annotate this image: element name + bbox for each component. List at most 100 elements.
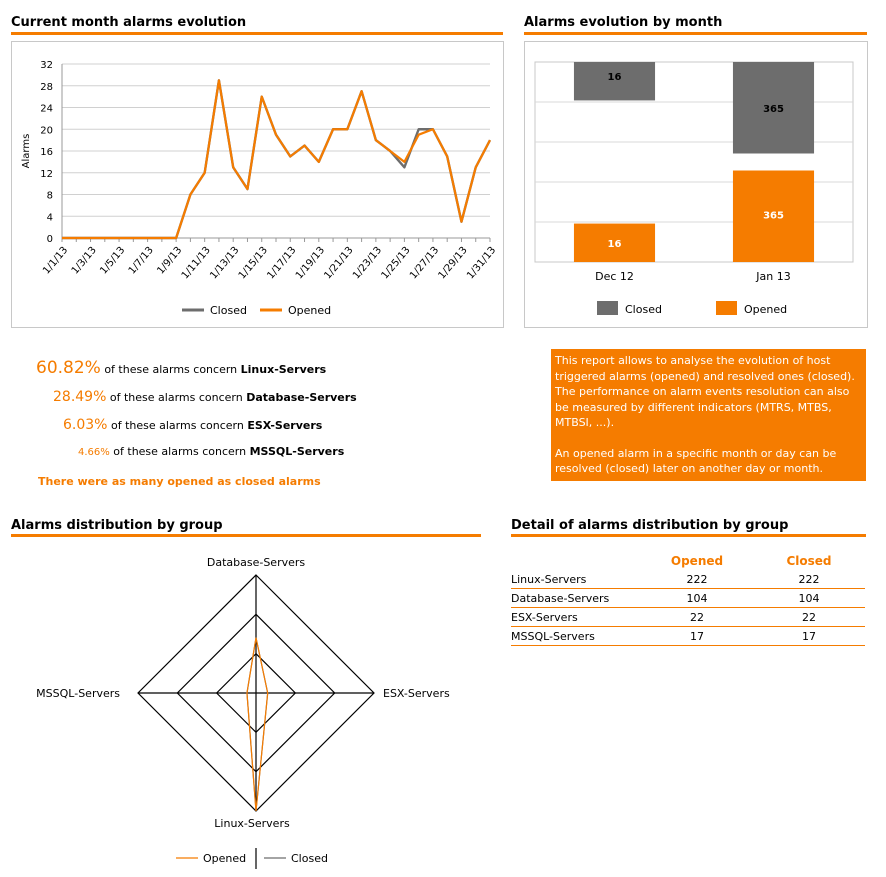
summary-text: There were as many opened as closed alar… xyxy=(38,475,321,488)
table-row: MSSQL-Servers 17 17 xyxy=(511,626,865,646)
radar-axis-label: MSSQL-Servers xyxy=(36,687,120,700)
x-tick-label: 1/23/13 xyxy=(351,245,384,282)
legend-label-closed: Closed xyxy=(625,303,662,316)
line-chart-panel: 0 4 8 12 16 20 24 28 32 1/1/13 1/3/13 1/5/13 1/7/13 1… xyxy=(11,41,504,328)
x-tick-label: 1/9/13 xyxy=(155,245,184,277)
x-tick-label: 1/3/13 xyxy=(70,245,99,277)
table-cell-opened: 17 xyxy=(641,626,753,646)
x-tick-label: 1/27/13 xyxy=(408,245,441,282)
x-tick-label: 1/29/13 xyxy=(437,245,470,282)
x-tick-label: 1/25/13 xyxy=(379,245,412,282)
y-tick-label: 24 xyxy=(40,104,53,115)
x-tick-label: 1/31/13 xyxy=(465,245,498,282)
x-tick-label: Dec 12 xyxy=(595,270,634,283)
section-rule xyxy=(11,534,481,537)
x-tick-label: 1/21/13 xyxy=(322,245,355,282)
stat-group: ESX-Servers xyxy=(247,419,323,432)
line-chart-title: Current month alarms evolution xyxy=(11,15,247,30)
y-tick-label: 32 xyxy=(40,60,53,71)
radar-axis-label: ESX-Servers xyxy=(383,687,450,700)
y-tick-label: 28 xyxy=(40,82,53,93)
stat-percent: 60.82% xyxy=(36,358,101,378)
radar-chart: Database-Servers ESX-Servers Linux-Servers… xyxy=(36,556,450,869)
detail-table: Opened Closed Linux-Servers 222 222 Data… xyxy=(511,551,865,646)
legend-label-closed: Closed xyxy=(291,852,328,865)
line-chart: 0481216202428321/1/13 1/3/13 1/5/13 1/7/13 1… xyxy=(21,60,498,317)
bar-chart-panel: 16 16 Dec 12 365 365 Jan 13 Closed Opened xyxy=(524,41,868,328)
x-tick-label: 1/15/13 xyxy=(237,245,270,282)
table-cell-group: ESX-Servers xyxy=(511,607,641,627)
x-tick-label: 1/17/13 xyxy=(265,245,298,282)
table-cell-opened: 104 xyxy=(641,588,753,608)
stat-row-esx: 6.03% of these alarms concern ESX-Server… xyxy=(63,417,322,433)
stat-text: of these alarms concern xyxy=(109,391,243,404)
stat-row-mssql: 4.66% of these alarms concern MSSQL-Serv… xyxy=(78,445,344,458)
section-rule xyxy=(524,32,867,35)
stat-text: of these alarms concern xyxy=(110,419,244,432)
stat-percent: 4.66% xyxy=(78,447,110,458)
table-row: Linux-Servers 222 222 xyxy=(511,570,865,589)
stat-group: Database-Servers xyxy=(246,391,357,404)
table-cell-closed: 22 xyxy=(753,607,865,627)
x-tick-label: 1/5/13 xyxy=(98,245,127,277)
table-cell-group: Linux-Servers xyxy=(511,570,641,589)
x-tick-label: 1/1/13 xyxy=(41,245,70,277)
table-cell-closed: 222 xyxy=(753,570,865,589)
stat-percent: 6.03% xyxy=(63,417,108,433)
radar-axis-label: Linux-Servers xyxy=(214,817,290,830)
bar-label-opened: 16 xyxy=(608,239,622,250)
bar-chart-title: Alarms evolution by month xyxy=(524,15,723,30)
y-tick-label: 20 xyxy=(40,125,53,136)
section-rule xyxy=(511,534,866,537)
table-header-row: Opened Closed xyxy=(511,551,865,570)
x-tick-label: 1/11/13 xyxy=(180,245,213,282)
radar-chart-title: Alarms distribution by group xyxy=(11,518,223,533)
table-header-closed: Closed xyxy=(786,553,832,568)
info-paragraph: An opened alarm in a specific month or d… xyxy=(555,446,837,476)
y-tick-label: 4 xyxy=(47,212,53,223)
info-box: This report allows to analyse the evolut… xyxy=(551,349,866,481)
y-tick-label: 16 xyxy=(40,147,53,158)
x-tick-label: 1/7/13 xyxy=(127,245,156,277)
bar-label-opened: 365 xyxy=(763,211,784,222)
legend-label-opened: Opened xyxy=(288,304,331,317)
table-cell-closed: 17 xyxy=(753,626,865,646)
info-paragraph: This report allows to analyse the evolut… xyxy=(555,354,855,429)
stat-text: of these alarms concern xyxy=(104,363,238,376)
bar-label-closed: 365 xyxy=(763,104,784,115)
y-axis-label: Alarms xyxy=(21,134,32,169)
stat-group: Linux-Servers xyxy=(240,363,327,376)
stat-percent: 28.49% xyxy=(53,389,107,405)
radar-series-opened xyxy=(246,637,269,812)
series-line-closed xyxy=(62,79,492,240)
x-tick-label: Jan 13 xyxy=(755,270,790,283)
series-line-opened xyxy=(62,79,491,240)
table-cell-group: Database-Servers xyxy=(511,588,641,608)
stat-row-linux: 60.82% of these alarms concern Linux-Ser… xyxy=(36,358,326,378)
legend-swatch-opened xyxy=(716,301,737,315)
y-tick-label: 12 xyxy=(40,169,53,180)
legend-label-opened: Opened xyxy=(203,852,246,865)
radar-axis-label: Database-Servers xyxy=(207,556,306,569)
table-row: Database-Servers 104 104 xyxy=(511,588,865,608)
stat-group: MSSQL-Servers xyxy=(249,445,345,458)
y-tick-label: 8 xyxy=(47,191,53,202)
detail-title: Detail of alarms distribution by group xyxy=(511,518,789,533)
table-cell-group: MSSQL-Servers xyxy=(511,626,641,646)
table-header xyxy=(511,551,641,570)
table-header-opened: Opened xyxy=(670,553,724,568)
stat-row-database: 28.49% of these alarms concern Database-… xyxy=(53,389,357,405)
bar-chart: 16 16 Dec 12 365 365 Jan 13 Closed Opened xyxy=(534,61,854,316)
bar-label-closed: 16 xyxy=(608,72,622,83)
y-tick-label: 0 xyxy=(47,234,53,245)
x-tick-label: 1/19/13 xyxy=(294,245,327,282)
table-cell-opened: 22 xyxy=(641,607,753,627)
legend-label-opened: Opened xyxy=(744,303,787,316)
x-tick-label: 1/13/13 xyxy=(208,245,241,282)
table-cell-opened: 222 xyxy=(641,570,753,589)
table-cell-closed: 104 xyxy=(753,588,865,608)
table-row: ESX-Servers 22 22 xyxy=(511,607,865,627)
legend-swatch-closed xyxy=(597,301,618,315)
section-rule xyxy=(11,32,503,35)
legend-label-closed: Closed xyxy=(210,304,247,317)
